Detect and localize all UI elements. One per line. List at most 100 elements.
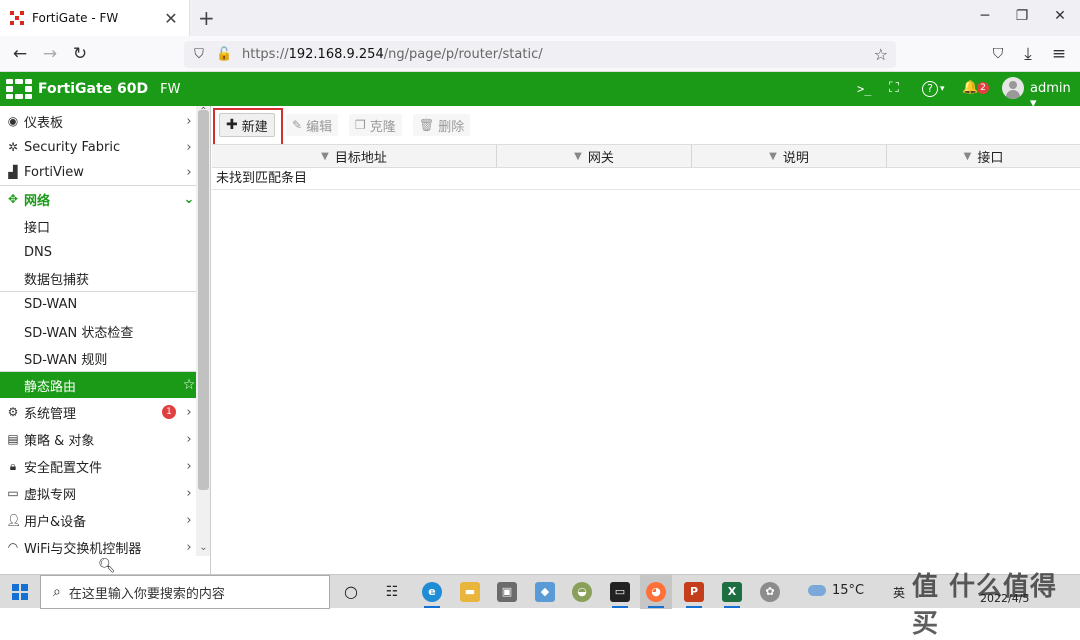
window-restore-button[interactable]: ❐ xyxy=(1012,8,1032,24)
back-button[interactable]: ← xyxy=(10,44,30,64)
sidebar-item-vpn[interactable]: ▭ 虚拟专网 › xyxy=(0,480,196,506)
sidebar-search-icon[interactable]: 🔍︎ xyxy=(98,558,116,574)
delete-button[interactable]: 🗑︎ 删除 xyxy=(413,114,471,136)
sidebar: ◉ 仪表板 › ✲ Security Fabric › ▟ FortiView … xyxy=(0,106,211,574)
cli-console-icon[interactable]: >_ xyxy=(857,82,871,96)
weather-widget[interactable]: 15°C xyxy=(808,583,864,598)
windows-start-icon[interactable] xyxy=(12,584,28,600)
tab-title: FortiGate - FW xyxy=(32,11,119,25)
clone-button[interactable]: ❐ 克隆 xyxy=(349,114,402,136)
sidebar-item-dns[interactable]: DNS xyxy=(0,239,196,265)
browser-nav-bar: ← → ↻ ⛉ 🔓 https://192.168.9.254/ng/page/… xyxy=(0,36,1080,72)
window-close-button[interactable]: ✕ xyxy=(1050,8,1070,24)
favorite-star-icon[interactable]: ☆ xyxy=(182,377,196,393)
edit-button[interactable]: ✎ 编辑 xyxy=(286,114,339,136)
edge-browser-icon[interactable]: e xyxy=(422,582,442,608)
user-menu[interactable]: admin ▾ xyxy=(1030,81,1080,111)
shield-icon[interactable]: ⛉ xyxy=(192,47,206,62)
powerpoint-icon[interactable]: P xyxy=(684,582,704,608)
chevron-right-icon: › xyxy=(186,431,192,447)
user-icon: 👤︎ xyxy=(6,513,22,527)
help-icon[interactable]: ? xyxy=(922,81,938,97)
chevron-right-icon: › xyxy=(186,164,192,180)
new-tab-button[interactable]: + xyxy=(198,8,215,28)
reload-button[interactable]: ↻ xyxy=(70,44,90,64)
app-icon[interactable]: ✿ xyxy=(760,582,780,602)
window-minimize-button[interactable]: ─ xyxy=(975,8,995,24)
filter-icon[interactable]: ▼ xyxy=(964,151,972,162)
filter-icon[interactable]: ▼ xyxy=(574,151,582,162)
browser-tab-bar: FortiGate - FW ✕ + ─ ❐ ✕ xyxy=(0,0,1080,36)
sidebar-item-security-profiles[interactable]: 🔒︎ 安全配置文件 › xyxy=(0,453,196,479)
sidebar-item-wifi-switch[interactable]: ◠ WiFi与交换机控制器 › xyxy=(0,534,196,560)
table-header: ▼ 目标地址 ▼ 网关 ▼ 说明 ▼ 接口 xyxy=(212,144,1080,168)
sidebar-item-packet-capture[interactable]: 数据包捕获 xyxy=(0,265,196,291)
firefox-icon[interactable]: ◕ xyxy=(646,582,666,608)
fortigate-header: FortiGate 60D FW xyxy=(0,72,1080,106)
filter-icon[interactable]: ▼ xyxy=(769,151,777,162)
system-alert-badge: 1 xyxy=(162,405,176,419)
app-icon[interactable]: ▣ xyxy=(497,582,517,602)
tab-close-icon[interactable]: ✕ xyxy=(163,9,179,28)
sidebar-item-interfaces[interactable]: 接口 xyxy=(0,213,196,239)
task-view-icon[interactable]: ○ xyxy=(341,582,361,602)
fortinet-favicon-icon xyxy=(10,11,24,25)
column-header-comment[interactable]: ▼ 说明 xyxy=(692,145,887,167)
avatar[interactable] xyxy=(1002,77,1024,99)
taskbar-search-input[interactable]: ⌕ 在这里输入你要搜索的内容 xyxy=(40,575,330,609)
chevron-right-icon: › xyxy=(186,539,192,555)
chevron-right-icon: › xyxy=(186,139,192,155)
sidebar-item-network[interactable]: ✥ 网络 ⌄ xyxy=(0,186,196,212)
tray-date[interactable]: 2022/4/5 xyxy=(980,592,1029,605)
download-icon[interactable]: ⤓ xyxy=(1018,44,1038,64)
hostname: FW xyxy=(160,81,181,97)
sidebar-item-sd-wan-rules[interactable]: SD-WAN 规则 xyxy=(0,345,196,371)
excel-icon[interactable]: X xyxy=(722,582,742,608)
pocket-icon[interactable]: ⛉ xyxy=(988,44,1008,64)
search-icon: ⌕ xyxy=(53,584,61,600)
toolbar: ✚ 新建 ✎ 编辑 ❐ 克隆 🗑︎ 删除 xyxy=(212,108,1080,142)
widgets-icon[interactable]: ☷ xyxy=(382,582,402,602)
app-icon[interactable]: ◆ xyxy=(535,582,555,602)
product-name: FortiGate 60D xyxy=(38,81,149,97)
sidebar-item-dashboard[interactable]: ◉ 仪表板 › xyxy=(0,108,196,134)
filter-icon[interactable]: ▼ xyxy=(321,151,329,162)
browser-tab[interactable]: FortiGate - FW ✕ xyxy=(0,0,190,36)
sidebar-item-static-routes[interactable]: 静态路由 ☆ xyxy=(0,372,196,398)
empty-table-message: 未找到匹配条目 xyxy=(212,168,1080,190)
clone-icon: ❐ xyxy=(355,118,366,132)
notification-badge: 2 xyxy=(977,82,989,94)
scroll-thumb[interactable] xyxy=(198,110,209,490)
pencil-icon: ✎ xyxy=(292,118,303,132)
app-icon[interactable]: ◒ xyxy=(572,582,592,602)
sidebar-item-sd-wan-health-check[interactable]: SD-WAN 状态检查 xyxy=(0,318,196,344)
lock-warning-icon[interactable]: 🔓 xyxy=(216,47,232,62)
chevron-right-icon: › xyxy=(186,485,192,501)
bell-icon[interactable]: 🔔 xyxy=(962,80,978,95)
sidebar-item-user-device[interactable]: 👤︎ 用户&设备 › xyxy=(0,507,196,533)
sidebar-item-system[interactable]: ⚙ 系统管理 1 › xyxy=(0,399,196,425)
bookmark-star-icon[interactable]: ☆ xyxy=(874,45,888,64)
trash-icon: 🗑︎ xyxy=(419,118,435,132)
column-header-destination[interactable]: ▼ 目标地址 xyxy=(212,145,497,167)
sidebar-item-security-fabric[interactable]: ✲ Security Fabric › xyxy=(0,134,196,160)
menu-icon[interactable]: ≡ xyxy=(1049,44,1069,64)
chevron-right-icon: › xyxy=(186,512,192,528)
terminal-icon[interactable]: ▭ xyxy=(610,582,630,608)
address-bar[interactable]: ⛉ 🔓 https://192.168.9.254/ng/page/p/rout… xyxy=(184,41,896,68)
forward-button[interactable]: → xyxy=(40,44,60,64)
ime-indicator[interactable]: 英 xyxy=(893,584,905,601)
chevron-right-icon: › xyxy=(186,404,192,420)
sidebar-item-policy-objects[interactable]: ▤ 策略 & 对象 › xyxy=(0,426,196,452)
column-header-gateway[interactable]: ▼ 网关 xyxy=(497,145,692,167)
chevron-down-icon: ⌄ xyxy=(183,191,195,207)
sidebar-scrollbar[interactable]: ⌃ ⌄ xyxy=(196,106,210,556)
sidebar-item-sd-wan[interactable]: SD-WAN xyxy=(0,291,196,317)
scroll-down-icon[interactable]: ⌄ xyxy=(196,542,210,553)
sidebar-item-fortiview[interactable]: ▟ FortiView › xyxy=(0,159,196,185)
help-dropdown-icon[interactable]: ▾ xyxy=(940,84,945,94)
policy-icon: ▤ xyxy=(7,432,19,446)
column-header-interface[interactable]: ▼ 接口 xyxy=(887,145,1080,167)
file-explorer-icon[interactable]: ▬ xyxy=(460,582,480,602)
fullscreen-icon[interactable]: ⛶ xyxy=(889,80,899,96)
